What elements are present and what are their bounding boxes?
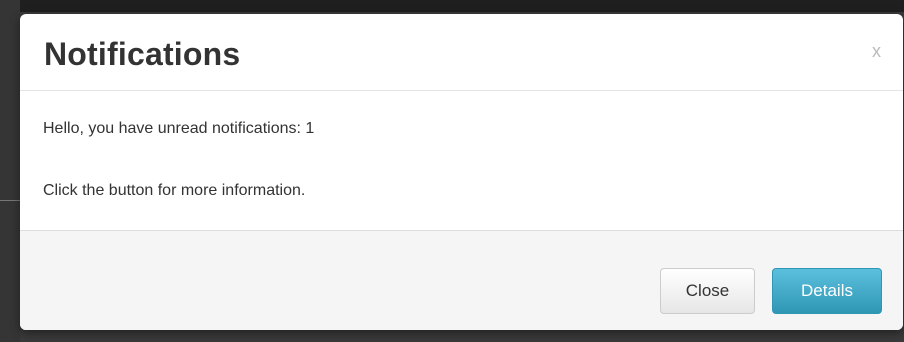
- backdrop-divider: [0, 200, 20, 201]
- instruction-message: Click the button for more information.: [43, 182, 306, 199]
- notifications-modal: Notifications x Hello, you have unread n…: [20, 14, 903, 330]
- modal-header: Notifications x: [20, 14, 903, 91]
- details-button[interactable]: Details: [772, 268, 882, 314]
- backdrop-left-edge: [0, 0, 20, 342]
- unread-count-message: Hello, you have unread notifications: 1: [43, 120, 315, 137]
- modal-footer: Close Details: [20, 230, 903, 330]
- modal-title: Notifications: [44, 36, 241, 72]
- close-button[interactable]: Close: [660, 268, 755, 314]
- modal-body: Hello, you have unread notifications: 1 …: [20, 91, 903, 230]
- backdrop-top-strip: [0, 0, 904, 12]
- close-x-icon[interactable]: x: [872, 37, 881, 65]
